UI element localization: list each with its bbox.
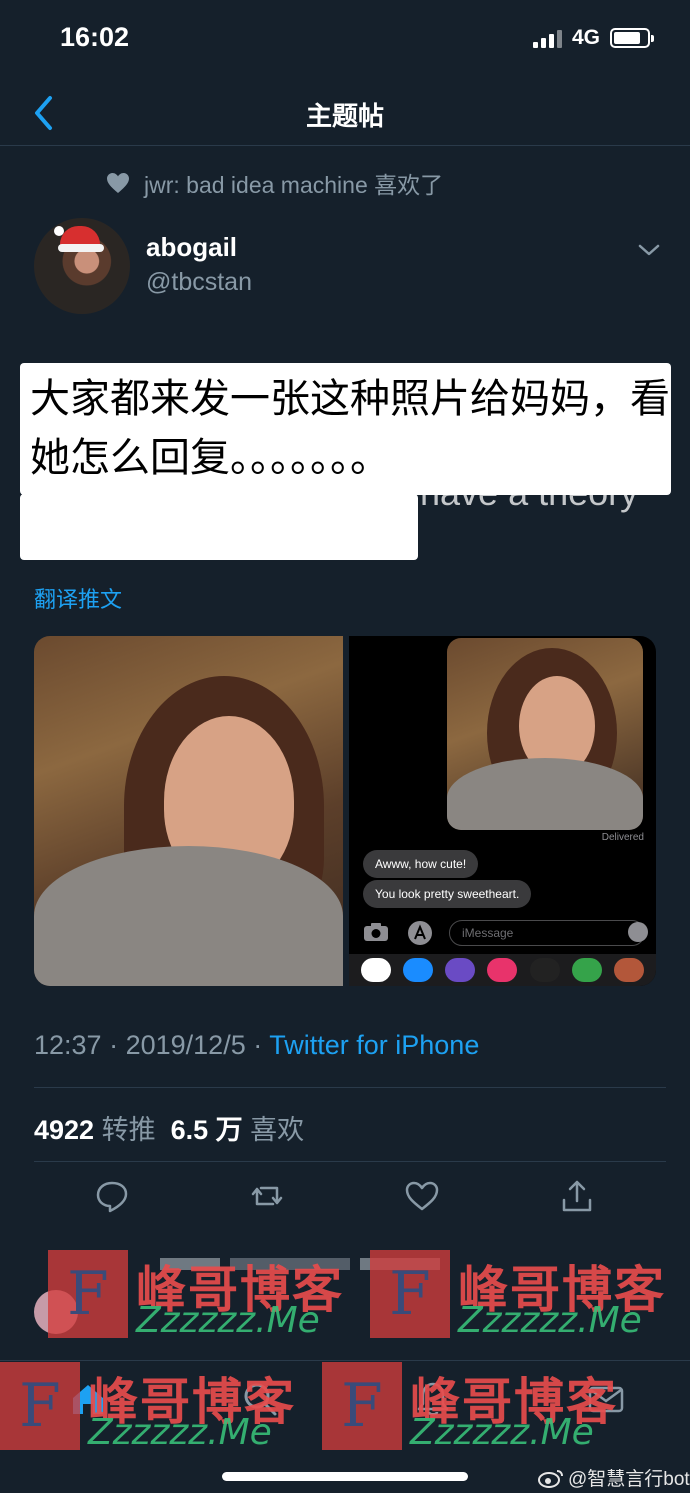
heart-icon bbox=[107, 173, 129, 193]
credit-mark: @智慧言行bot bbox=[538, 1464, 690, 1491]
page-title: 主题帖 bbox=[305, 101, 384, 131]
search-app-icon bbox=[487, 958, 518, 982]
user-handle[interactable]: @tbcstan bbox=[146, 268, 252, 297]
sticker-app-icon bbox=[571, 958, 602, 982]
home-indicator[interactable] bbox=[222, 1472, 468, 1481]
chevron-down-icon[interactable] bbox=[636, 240, 662, 260]
santa-hat-pompom bbox=[54, 226, 64, 236]
nav-bar: 主题帖 bbox=[0, 80, 690, 146]
home-icon[interactable] bbox=[68, 1379, 108, 1419]
status-bar: 16:02 4G bbox=[0, 0, 690, 80]
translate-link[interactable]: 翻译推文 bbox=[34, 582, 122, 614]
divider bbox=[34, 1087, 666, 1088]
imessage-input: iMessage bbox=[449, 920, 645, 946]
message-bubble: Awww, how cute! bbox=[363, 850, 479, 878]
tweet-stats: 4922 转推 6.5 万 喜欢 bbox=[34, 1108, 304, 1147]
tweet-time: 12:37 bbox=[34, 1030, 102, 1060]
photo-sweater bbox=[447, 758, 643, 830]
heart-icon[interactable] bbox=[404, 1178, 440, 1214]
notifications-icon[interactable] bbox=[413, 1379, 453, 1419]
credit-text: @智慧言行bot bbox=[568, 1469, 690, 1490]
media-grid: Delivered Awww, how cute! You look prett… bbox=[34, 636, 656, 986]
app-store-app-icon bbox=[403, 958, 434, 982]
display-name[interactable]: abogail bbox=[146, 232, 237, 263]
selfie-photo[interactable] bbox=[34, 636, 343, 986]
message-bubble: You look pretty sweetheart. bbox=[363, 880, 532, 908]
divider bbox=[34, 1161, 666, 1162]
obscured-reply-header bbox=[160, 1256, 660, 1274]
separator-dot: · bbox=[253, 1030, 270, 1060]
like-label[interactable]: 喜欢 bbox=[250, 1115, 304, 1145]
tweet-date: 2019/12/5 bbox=[125, 1030, 246, 1060]
memoji-app-icon bbox=[445, 958, 476, 982]
caption-overlay-text: 大家都来发一张这种照片给妈妈，看她怎么回复。。。。。。。 bbox=[30, 376, 670, 481]
search-icon[interactable] bbox=[240, 1379, 280, 1419]
imessage-screenshot[interactable]: Delivered Awww, how cute! You look prett… bbox=[349, 636, 656, 986]
retweet-icon[interactable] bbox=[249, 1178, 285, 1214]
avatar[interactable] bbox=[34, 1290, 78, 1334]
imessage-input-bar: iMessage bbox=[349, 918, 656, 948]
extra-app-icon bbox=[613, 958, 644, 982]
redacted-text bbox=[160, 1258, 440, 1270]
battery-icon bbox=[610, 28, 654, 48]
photos-app-icon bbox=[361, 958, 392, 982]
network-type: 4G bbox=[572, 26, 601, 49]
tweet-meta: 12:37 · 2019/12/5 · Twitter for iPhone bbox=[34, 1030, 479, 1061]
separator-dot: · bbox=[109, 1030, 126, 1060]
santa-hat-brim bbox=[58, 244, 104, 252]
watermark-subtitle: Zzzzzz.Me bbox=[136, 1300, 320, 1341]
caption-box bbox=[20, 494, 418, 560]
tweet-actions bbox=[0, 1178, 690, 1222]
photo-sweater bbox=[34, 846, 343, 986]
signal-icon bbox=[533, 30, 563, 48]
messages-icon[interactable] bbox=[586, 1379, 626, 1419]
like-count[interactable]: 6.5 万 bbox=[171, 1115, 243, 1145]
camera-icon bbox=[364, 923, 388, 941]
status-time: 16:02 bbox=[60, 22, 130, 52]
tweet-source-link[interactable]: Twitter for iPhone bbox=[269, 1030, 479, 1060]
social-context[interactable]: jwr: bad idea machine 喜欢了 bbox=[106, 168, 443, 198]
digital-touch-app-icon bbox=[529, 958, 560, 982]
delivered-label: Delivered bbox=[601, 832, 644, 843]
share-icon[interactable] bbox=[559, 1178, 595, 1214]
watermark-subtitle: Zzzzzz.Me bbox=[458, 1300, 642, 1341]
reply-icon[interactable] bbox=[94, 1178, 130, 1214]
avatar[interactable] bbox=[34, 218, 130, 314]
retweet-count[interactable]: 4922 bbox=[34, 1115, 94, 1145]
retweet-label[interactable]: 转推 bbox=[102, 1115, 156, 1145]
imessage-app-row bbox=[349, 954, 656, 986]
app-store-icon bbox=[408, 921, 432, 945]
weibo-icon bbox=[538, 1469, 563, 1488]
voice-icon bbox=[628, 922, 648, 942]
sent-photo bbox=[447, 638, 643, 830]
social-context-text: jwr: bad idea machine 喜欢了 bbox=[144, 172, 444, 198]
